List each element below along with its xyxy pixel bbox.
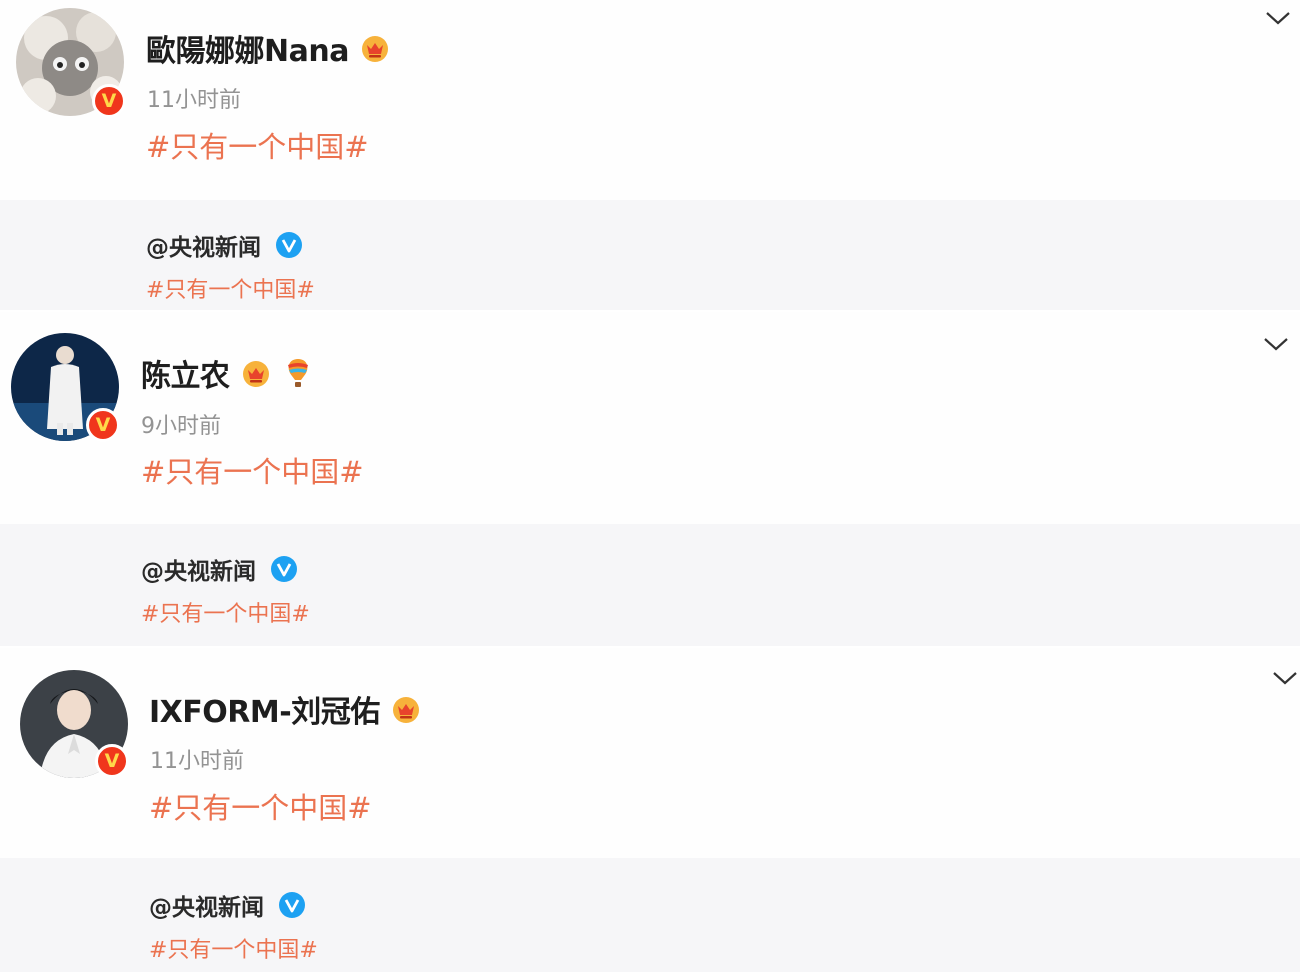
- chevron-down-icon[interactable]: [1272, 670, 1298, 686]
- repost-card[interactable]: @央视新闻 #只有一个中国#: [0, 200, 1300, 310]
- post-time: 11小时前: [150, 749, 244, 774]
- topic-hashtag[interactable]: #只有一个中国#: [146, 124, 369, 166]
- chevron-down-icon[interactable]: [1263, 336, 1289, 352]
- repost-topic[interactable]: #只有一个中国#: [149, 932, 318, 964]
- repost-user-row: @央视新闻: [146, 228, 303, 262]
- blue-verified-icon: [276, 232, 302, 258]
- fan-crown-icon: [242, 361, 269, 387]
- repost-user[interactable]: @央视新闻: [149, 888, 264, 922]
- repost-topic[interactable]: #只有一个中国#: [146, 272, 315, 304]
- verified-badge-icon: V: [95, 744, 129, 778]
- post-body: V 歐陽娜娜Nana 11小时前 #只有一个中国#: [0, 0, 1300, 200]
- blue-verified-icon: [271, 556, 297, 582]
- repost-user-row: @央视新闻: [149, 888, 306, 922]
- post-body: V 陈立农 9小时前 #只有一个中国#: [0, 312, 1300, 524]
- weibo-post: V 陈立农 9小时前 #只有一个中国# @央视新闻 #只有一个中国#: [0, 312, 1300, 646]
- fan-crown-icon: [361, 36, 388, 62]
- hot-air-balloon-icon: [287, 359, 308, 387]
- post-body: V IXFORM-刘冠佑 11小时前 #只有一个中国#: [0, 648, 1300, 858]
- post-time: 11小时前: [147, 88, 241, 113]
- author-row: 歐陽娜娜Nana: [146, 26, 391, 70]
- post-time: 9小时前: [141, 414, 221, 439]
- verified-badge-icon: V: [86, 408, 120, 442]
- repost-topic[interactable]: #只有一个中国#: [141, 596, 310, 628]
- author-name[interactable]: IXFORM-刘冠佑: [149, 687, 380, 731]
- repost-user[interactable]: @央视新闻: [146, 228, 261, 262]
- author-name[interactable]: 陈立农: [141, 351, 230, 395]
- author-row: 陈立农: [141, 351, 314, 395]
- author-row: IXFORM-刘冠佑: [149, 687, 422, 731]
- weibo-post: V IXFORM-刘冠佑 11小时前 #只有一个中国# @央视新闻 #只有一个中…: [0, 648, 1300, 972]
- author-name[interactable]: 歐陽娜娜Nana: [146, 26, 349, 70]
- repost-card[interactable]: @央视新闻 #只有一个中国#: [0, 524, 1300, 646]
- weibo-post: V 歐陽娜娜Nana 11小时前 #只有一个中国# @央视新闻 #只有一个中国#: [0, 0, 1300, 310]
- blue-verified-icon: [279, 892, 305, 918]
- repost-user-row: @央视新闻: [141, 552, 298, 586]
- fan-crown-icon: [392, 697, 419, 723]
- topic-hashtag[interactable]: #只有一个中国#: [149, 785, 372, 827]
- repost-user[interactable]: @央视新闻: [141, 552, 256, 586]
- repost-card[interactable]: @央视新闻 #只有一个中国#: [0, 858, 1300, 972]
- chevron-down-icon[interactable]: [1265, 10, 1291, 26]
- verified-badge-icon: V: [92, 84, 126, 118]
- topic-hashtag[interactable]: #只有一个中国#: [141, 449, 364, 491]
